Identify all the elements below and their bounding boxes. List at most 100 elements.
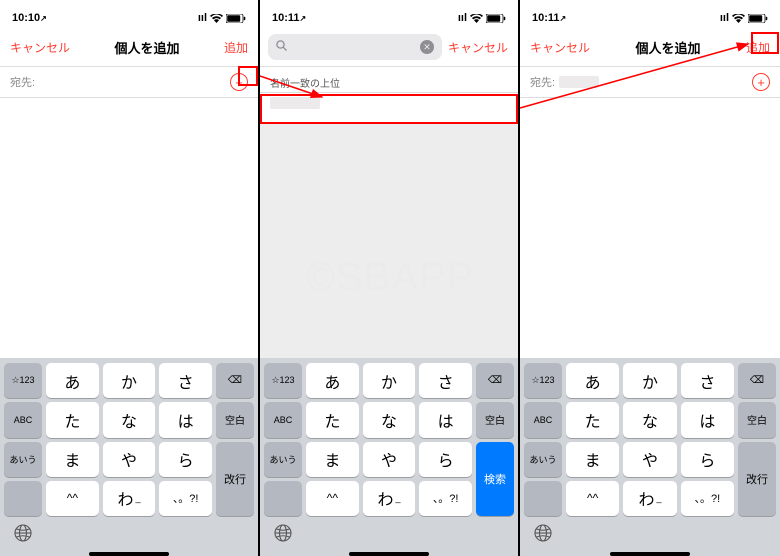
key-ha[interactable]: は [419, 402, 472, 437]
key-emoji[interactable]: ^^ [306, 481, 359, 516]
search-input[interactable]: ✕ [268, 34, 442, 60]
key-ta[interactable]: た [306, 402, 359, 437]
plus-icon[interactable]: + [230, 73, 248, 91]
keyboard[interactable]: ☆123 あ か さ ⌫ ABC た な は 空白 あいう ま や ら 検索 ^… [260, 358, 518, 556]
key-kana[interactable]: あいう [4, 442, 42, 477]
key-punct[interactable]: 、。?! [681, 481, 734, 516]
cancel-button[interactable]: キャンセル [530, 39, 590, 56]
key-na[interactable]: な [363, 402, 416, 437]
status-icons: ııl [458, 12, 506, 24]
recipient-row[interactable]: 宛先: + [0, 66, 258, 98]
cancel-button[interactable]: キャンセル [10, 39, 70, 56]
key-ha[interactable]: は [681, 402, 734, 437]
status-bar: 10:11↗ ııl [520, 8, 780, 28]
key-empty[interactable] [264, 481, 302, 516]
key-space[interactable]: 空白 [476, 402, 514, 437]
screen-2: 10:11↗ ııl ✕ キャンセル 名前一致の上位 ☆123 [260, 0, 520, 556]
recipient-chip[interactable] [559, 76, 599, 88]
key-delete[interactable]: ⌫ [738, 363, 776, 398]
key-ya[interactable]: や [623, 442, 676, 477]
key-ka[interactable]: か [363, 363, 416, 398]
battery-icon [226, 14, 246, 23]
key-ra[interactable]: ら [681, 442, 734, 477]
key-space[interactable]: 空白 [216, 402, 254, 437]
key-ta[interactable]: た [566, 402, 619, 437]
key-ka[interactable]: か [623, 363, 676, 398]
suggestion-row[interactable] [260, 92, 518, 124]
wifi-icon [732, 14, 745, 23]
key-ma[interactable]: ま [306, 442, 359, 477]
recipient-label: 宛先: [530, 74, 555, 90]
page-title: 個人を追加 [114, 38, 179, 57]
home-indicator[interactable] [89, 552, 169, 556]
cancel-button[interactable]: キャンセル [448, 39, 508, 56]
key-emoji[interactable]: ^^ [46, 481, 99, 516]
key-num[interactable]: ☆123 [264, 363, 302, 398]
key-search[interactable]: 検索 [476, 442, 514, 517]
key-sa[interactable]: さ [159, 363, 212, 398]
key-wa[interactable]: わ_ [623, 481, 676, 516]
key-empty[interactable] [4, 481, 42, 516]
plus-icon[interactable]: + [752, 73, 770, 91]
key-a[interactable]: あ [566, 363, 619, 398]
key-ya[interactable]: や [103, 442, 156, 477]
globe-icon[interactable] [534, 524, 552, 547]
key-ra[interactable]: ら [159, 442, 212, 477]
page-title: 個人を追加 [635, 38, 700, 57]
home-indicator[interactable] [610, 552, 690, 556]
key-delete[interactable]: ⌫ [216, 363, 254, 398]
key-ya[interactable]: や [363, 442, 416, 477]
status-time: 10:11↗ [272, 12, 306, 24]
key-sa[interactable]: さ [419, 363, 472, 398]
status-icons: ııl [198, 12, 246, 24]
key-punct[interactable]: 、。?! [159, 481, 212, 516]
key-enter[interactable]: 改行 [216, 442, 254, 517]
status-bar: 10:11↗ ııl [260, 8, 518, 28]
signal-icon: ııl [198, 12, 207, 24]
status-time: 10:10↗ [12, 12, 47, 24]
globe-icon[interactable] [274, 524, 292, 547]
home-indicator[interactable] [349, 552, 429, 556]
nav-bar: ✕ キャンセル [260, 28, 518, 66]
keyboard[interactable]: ☆123 あ か さ ⌫ ABC た な は 空白 あいう ま や ら 改行 ^… [0, 358, 258, 556]
add-button[interactable]: 追加 [224, 39, 248, 56]
screen-1: 10:10↗ ııl キャンセル 個人を追加 追加 宛先: + ☆123 あ か [0, 0, 260, 556]
key-ha[interactable]: は [159, 402, 212, 437]
key-punct[interactable]: 、。?! [419, 481, 472, 516]
key-abc[interactable]: ABC [4, 402, 42, 437]
key-emoji[interactable]: ^^ [566, 481, 619, 516]
key-space[interactable]: 空白 [738, 402, 776, 437]
key-kana[interactable]: あいう [264, 442, 302, 477]
key-delete[interactable]: ⌫ [476, 363, 514, 398]
key-ta[interactable]: た [46, 402, 99, 437]
key-abc[interactable]: ABC [524, 402, 562, 437]
key-empty[interactable] [524, 481, 562, 516]
status-time: 10:11↗ [532, 12, 566, 24]
key-na[interactable]: な [103, 402, 156, 437]
key-kana[interactable]: あいう [524, 442, 562, 477]
section-header: 名前一致の上位 [260, 66, 518, 92]
recipient-row[interactable]: 宛先: + [520, 66, 780, 98]
keyboard[interactable]: ☆123 あ か さ ⌫ ABC た な は 空白 あいう ま や ら 改行 ^… [520, 358, 780, 556]
key-enter[interactable]: 改行 [738, 442, 776, 517]
key-wa[interactable]: わ_ [103, 481, 156, 516]
key-a[interactable]: あ [306, 363, 359, 398]
globe-icon[interactable] [14, 524, 32, 547]
key-ma[interactable]: ま [46, 442, 99, 477]
search-icon [276, 40, 287, 54]
signal-icon: ııl [458, 12, 467, 24]
add-button[interactable]: 追加 [746, 39, 770, 56]
clear-icon[interactable]: ✕ [420, 40, 434, 54]
key-a[interactable]: あ [46, 363, 99, 398]
key-ma[interactable]: ま [566, 442, 619, 477]
key-ka[interactable]: か [103, 363, 156, 398]
key-na[interactable]: な [623, 402, 676, 437]
key-wa[interactable]: わ_ [363, 481, 416, 516]
nav-bar: キャンセル 個人を追加 追加 [0, 28, 258, 66]
battery-icon [748, 14, 768, 23]
key-abc[interactable]: ABC [264, 402, 302, 437]
key-ra[interactable]: ら [419, 442, 472, 477]
key-num[interactable]: ☆123 [524, 363, 562, 398]
key-num[interactable]: ☆123 [4, 363, 42, 398]
key-sa[interactable]: さ [681, 363, 734, 398]
